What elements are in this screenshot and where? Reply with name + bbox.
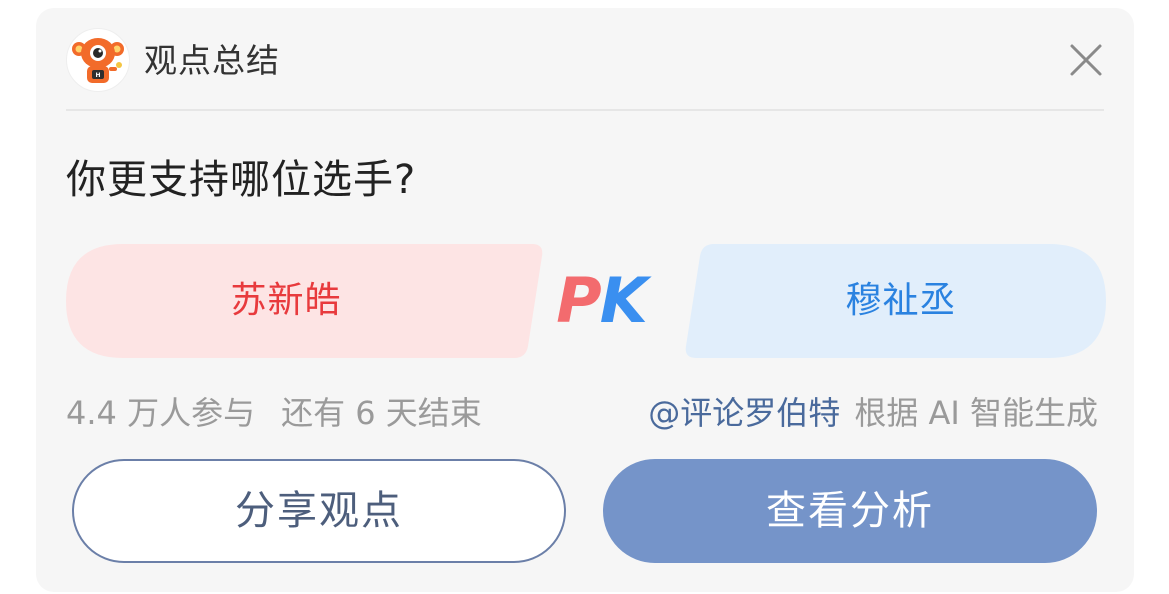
participant-count: 4.4 万人参与 xyxy=(66,394,256,432)
close-button[interactable] xyxy=(1066,40,1106,80)
vote-left-button[interactable] xyxy=(66,244,543,358)
pk-vote-area: 苏新皓 PK 穆祉丞 xyxy=(66,244,1106,358)
view-analysis-button[interactable]: 查看分析 xyxy=(603,459,1097,563)
pk-letter-p: P xyxy=(556,264,601,337)
vote-right-button[interactable] xyxy=(685,244,1106,358)
author-link[interactable]: @评论罗伯特 xyxy=(648,394,840,432)
header-divider xyxy=(66,109,1104,111)
pk-badge: PK xyxy=(536,266,666,336)
close-icon[interactable] xyxy=(1066,40,1106,80)
remaining-time: 还有 6 天结束 xyxy=(281,394,482,432)
vote-stats: 4.4 万人参与 还有 6 天结束 xyxy=(66,390,482,436)
robot-mascot-icon: H xyxy=(66,28,130,92)
svg-text:H: H xyxy=(95,72,100,79)
opinion-summary-card: H 观点总结 你更支持哪位选手? 苏新皓 PK 穆祉丞 4.4 万人参与 还有 6 xyxy=(36,8,1134,592)
card-header: H 观点总结 xyxy=(36,8,1134,111)
generation-source: @评论罗伯特 根据 AI 智能生成 xyxy=(648,390,1098,436)
share-opinion-button[interactable]: 分享观点 xyxy=(72,459,566,563)
ai-source-note: 根据 AI 智能生成 xyxy=(854,394,1098,432)
pk-letter-k: K xyxy=(599,264,648,337)
question-title: 你更支持哪位选手? xyxy=(66,157,417,203)
header-title: 观点总结 xyxy=(144,41,280,80)
